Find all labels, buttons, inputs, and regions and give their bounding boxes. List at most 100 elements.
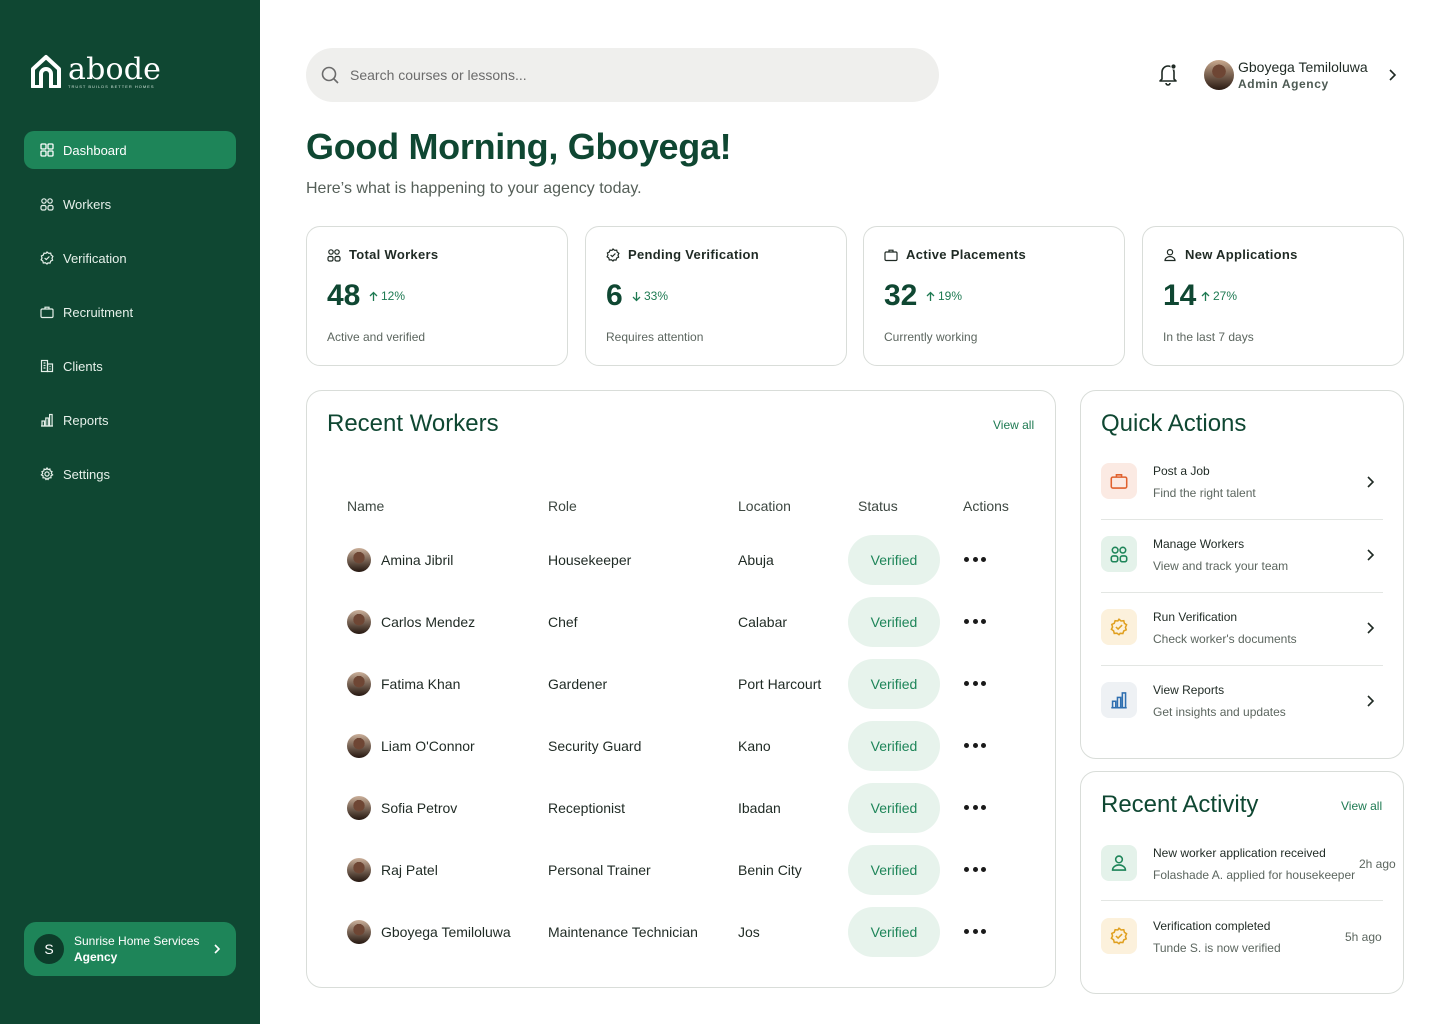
notification-bell-icon[interactable]: [1157, 62, 1179, 86]
sidebar-item-clients[interactable]: Clients: [24, 347, 236, 385]
activity-icon-box: [1101, 918, 1137, 954]
activity-title: Verification completed: [1153, 919, 1271, 933]
chevron-right-icon: [1367, 549, 1375, 561]
activity-item[interactable]: New worker application received Folashad…: [1101, 829, 1396, 901]
worker-name[interactable]: Sofia Petrov: [381, 800, 457, 816]
avatar: [347, 672, 371, 696]
stat-description: Active and verified: [327, 330, 426, 344]
worker-location: Jos: [738, 924, 760, 940]
status-badge: Verified: [848, 535, 940, 585]
search-input[interactable]: [350, 67, 870, 83]
worker-location: Kano: [738, 738, 771, 754]
stat-value: 32: [884, 279, 918, 312]
sidebar-item-recruitment[interactable]: Recruitment: [24, 293, 236, 331]
briefcase-icon: [40, 306, 54, 319]
stat-label: Active Placements: [906, 247, 1026, 262]
more-actions-icon[interactable]: [964, 929, 986, 935]
activity-item[interactable]: Verification completed Tunde S. is now v…: [1101, 902, 1383, 974]
sidebar-item-label: Dashboard: [63, 142, 127, 158]
status-badge: Verified: [848, 721, 940, 771]
sidebar-item-workers[interactable]: Workers: [24, 185, 236, 223]
avatar: [347, 734, 371, 758]
stat-value: 6: [606, 279, 623, 312]
worker-name[interactable]: Carlos Mendez: [381, 614, 475, 630]
stat-delta-value: 33%: [644, 289, 669, 303]
worker-name[interactable]: Gboyega Temiloluwa: [381, 924, 511, 940]
brand-tagline: TRUST BUILDS BETTER HOMES: [68, 84, 155, 89]
user-icon: [1164, 248, 1176, 261]
stat-delta: 27%: [1201, 289, 1237, 303]
quick-action-subtitle: View and track your team: [1153, 559, 1289, 573]
sidebar-item-reports[interactable]: Reports: [24, 401, 236, 439]
status-badge: Verified: [848, 659, 940, 709]
stat-delta: 12%: [369, 289, 405, 303]
activity-title: New worker application received: [1153, 846, 1326, 860]
sidebar-nav: Dashboard Workers Verification Recruitme…: [24, 131, 236, 509]
chevron-right-icon: [1367, 476, 1375, 488]
sidebar-item-dashboard[interactable]: Dashboard: [24, 131, 236, 169]
chevron-right-icon[interactable]: [1387, 67, 1397, 83]
user-icon: [1111, 855, 1127, 871]
page-title: Good Morning, Gboyega!: [306, 126, 732, 167]
sidebar-item-settings[interactable]: Settings: [24, 455, 236, 493]
worker-name[interactable]: Liam O'Connor: [381, 738, 475, 754]
more-actions-icon[interactable]: [964, 743, 986, 749]
agency-switcher[interactable]: S Sunrise Home Services Agency: [24, 922, 236, 976]
arrow-up-icon: [926, 291, 935, 301]
activity-time: 5h ago: [1345, 930, 1382, 944]
stat-value: 48: [327, 279, 361, 312]
stat-card-total-workers[interactable]: Total Workers 48 12% Active and verified: [306, 226, 568, 366]
avatar: [347, 920, 371, 944]
users-icon: [327, 248, 341, 262]
badge-check-icon: [606, 247, 620, 262]
quick-action-title: View Reports: [1153, 683, 1225, 697]
house-logo-icon: [31, 55, 61, 88]
quick-action-post-job[interactable]: Post a Job Find the right talent: [1101, 447, 1383, 520]
worker-name[interactable]: Fatima Khan: [381, 676, 460, 692]
agency-info: Sunrise Home Services Agency: [74, 933, 199, 965]
stat-card-pending-verification[interactable]: Pending Verification 6 33% Requires atte…: [585, 226, 847, 366]
users-icon: [1110, 546, 1128, 563]
badge-check-icon: [1110, 618, 1128, 636]
column-header-role[interactable]: Role: [548, 498, 577, 514]
quick-action-title: Run Verification: [1153, 610, 1238, 624]
worker-role: Personal Trainer: [548, 862, 651, 878]
more-actions-icon[interactable]: [964, 619, 986, 625]
brand-logo[interactable]: abode TRUST BUILDS BETTER HOMES: [30, 54, 161, 89]
stat-label: Pending Verification: [628, 247, 759, 262]
more-actions-icon[interactable]: [964, 557, 986, 563]
sidebar-item-verification[interactable]: Verification: [24, 239, 236, 277]
column-header-location[interactable]: Location: [738, 498, 791, 514]
recent-workers-view-all-link[interactable]: View all: [993, 418, 1034, 432]
more-actions-icon[interactable]: [964, 681, 986, 687]
worker-name[interactable]: Raj Patel: [381, 862, 438, 878]
stat-delta-value: 27%: [1213, 289, 1238, 303]
stat-delta: 33%: [632, 289, 668, 303]
search-bar[interactable]: [306, 48, 939, 102]
avatar: [347, 858, 371, 882]
recent-activity-title: Recent Activity: [1101, 791, 1259, 818]
recent-activity-view-all-link[interactable]: View all: [1341, 799, 1382, 813]
stat-delta: 19%: [926, 289, 962, 303]
more-actions-icon[interactable]: [964, 867, 986, 873]
column-header-status[interactable]: Status: [858, 498, 898, 514]
users-icon: [40, 198, 54, 211]
stat-header: New Applications: [1163, 247, 1298, 262]
quick-action-run-verification[interactable]: Run Verification Check worker's document…: [1101, 593, 1383, 666]
worker-role: Receptionist: [548, 800, 626, 816]
sidebar-item-label: Reports: [63, 412, 109, 428]
stat-card-new-applications[interactable]: New Applications 14 27% In the last 7 da…: [1142, 226, 1404, 366]
worker-name[interactable]: Amina Jibril: [381, 552, 453, 568]
stat-card-active-placements[interactable]: Active Placements 32 19% Currently worki…: [863, 226, 1125, 366]
briefcase-icon: [884, 249, 898, 261]
agency-type: Agency: [74, 950, 118, 964]
quick-action-manage-workers[interactable]: Manage Workers View and track your team: [1101, 520, 1383, 593]
more-actions-icon[interactable]: [964, 805, 986, 811]
user-menu[interactable]: Gboyega Temiloluwa Admin Agency: [1204, 58, 1368, 92]
quick-action-view-reports[interactable]: View Reports Get insights and updates: [1101, 666, 1383, 739]
sidebar: abode TRUST BUILDS BETTER HOMES Dashboar…: [0, 0, 260, 1024]
agency-name: Sunrise Home Services: [74, 934, 200, 948]
column-header-name[interactable]: Name: [347, 498, 384, 514]
gear-icon: [40, 467, 54, 481]
stat-header: Total Workers: [327, 247, 438, 262]
